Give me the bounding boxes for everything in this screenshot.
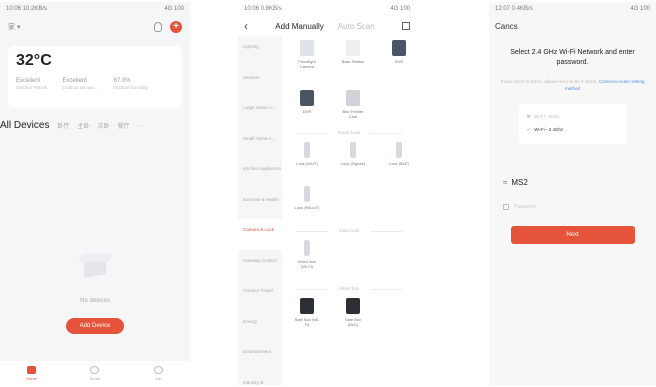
category-small-home[interactable]: Small Home A... <box>238 128 282 159</box>
device-floodlight-camera[interactable]: Floodlight Camera <box>294 40 320 69</box>
lock-icon <box>503 204 509 210</box>
home-header: 家 ▾ + <box>0 16 190 38</box>
wifi-5g-row: ✕ Wi-Fi - 5Ghz <box>526 113 560 120</box>
category-exercise[interactable]: Exercise & Health <box>238 189 282 220</box>
safe-box-icon <box>300 298 314 314</box>
device-safe-box-ble[interactable]: Safe Box (BLE) <box>340 298 366 327</box>
back-icon[interactable]: ‹ <box>244 19 248 33</box>
add-device-header: ‹ Add Manually Auto Scan <box>238 16 416 36</box>
add-device-button[interactable]: Add Device <box>66 318 124 334</box>
device-lock-nbiot[interactable]: Lock (NB-IoT) <box>294 186 320 210</box>
status-right: 4G 100 <box>164 6 184 12</box>
status-bar: 10:06 0.8KB/s 4G 100 <box>244 6 410 12</box>
device-bird-feeder-cam[interactable]: Bird Feeder Cam <box>340 90 366 119</box>
category-camera-lock[interactable]: Camera & Lock <box>238 219 282 250</box>
category-kitchen[interactable]: Kitchen Appliances <box>238 158 282 189</box>
temperature: 32°C <box>16 52 52 69</box>
wifi-24g-row: ✓ Wi-Fi - 2.4Ghz <box>526 126 564 133</box>
category-outdoor[interactable]: Outdoor Travel <box>238 280 282 311</box>
nav-home[interactable]: Home <box>12 365 52 381</box>
weather-humidity: 67.0% Outdoor humidity <box>113 78 148 90</box>
device-safe-box-wifi[interactable]: Safe Box (Wi-Fi) <box>294 298 320 327</box>
close-icon: ✕ <box>526 113 531 119</box>
tab-auto-scan[interactable]: Auto Scan <box>338 22 375 31</box>
weather-pm25: Excellent Outdoor PM2.5 <box>16 78 47 90</box>
device-video-lock-wifi[interactable]: Video lock (Wi-Fi) <box>294 240 320 269</box>
floodlight-camera-icon <box>300 40 314 56</box>
category-large-home[interactable]: Large Home A... <box>238 97 282 128</box>
more-tabs-icon[interactable]: ··· <box>138 123 144 129</box>
empty-box-icon <box>78 252 112 278</box>
wifi-header: Cancs <box>489 16 656 36</box>
status-bar: 10:06 10.2KB/s 4G 100 <box>0 2 190 16</box>
tab-all-devices[interactable]: All Devices <box>0 120 49 131</box>
category-lighting[interactable]: Lighting <box>238 36 282 67</box>
wifi-icon: ≈ <box>503 177 508 187</box>
password-placeholder: Password <box>514 204 536 210</box>
cancel-button[interactable]: Cancs <box>495 22 518 31</box>
weather-air-quality: Excellent Outdoor air qua... <box>62 78 98 90</box>
device-lock-wifi[interactable]: Lock (Wi-Fi) <box>294 142 320 166</box>
lock-icon <box>304 142 310 158</box>
section-smart-lock: Smart Lock <box>286 130 412 138</box>
tab-room-3[interactable]: 次卧 <box>98 121 110 130</box>
home-icon <box>27 365 37 374</box>
wifi-subtitle: If your Wi-Fi is 5GHz, please set it to … <box>500 79 645 91</box>
password-field[interactable]: Password <box>489 200 656 214</box>
device-lock-ble[interactable]: Lock (BLE) <box>386 142 412 166</box>
weather-card[interactable]: 32°C Excellent Outdoor PM2.5 Excellent O… <box>8 46 182 108</box>
device-base-station[interactable]: Base Station <box>340 40 366 64</box>
device-dvr[interactable]: DVR <box>294 90 320 114</box>
category-list: Lighting Sensors Large Home A... Small H… <box>238 36 282 385</box>
wifi-title: Select 2.4 GHz Wi-Fi Network and enter p… <box>510 49 635 66</box>
scan-icon[interactable] <box>402 22 410 30</box>
tab-add-manually[interactable]: Add Manually <box>275 22 323 31</box>
category-gateway[interactable]: Gateway Control <box>238 250 282 281</box>
safe-box-icon <box>346 298 360 314</box>
category-energy[interactable]: Energy <box>238 311 282 342</box>
add-device-screen: 10:06 0.8KB/s 4G 100 ‹ Add Manually Auto… <box>238 2 416 385</box>
nvr-icon <box>392 40 406 56</box>
ssid-field[interactable]: ≈ MS2 <box>489 174 656 190</box>
device-grid: Floodlight Camera Base Station NVR DVR B… <box>282 36 416 385</box>
next-button[interactable]: Next <box>510 226 635 244</box>
empty-text: No devices <box>80 298 110 304</box>
wifi-band-illustration: ✕ Wi-Fi - 5Ghz ✓ Wi-Fi - 2.4Ghz <box>518 104 627 144</box>
bird-feeder-icon <box>346 90 360 106</box>
check-icon: ✓ <box>526 126 531 132</box>
lock-icon <box>396 142 402 158</box>
tab-room-1[interactable]: 卧厅 <box>57 121 69 130</box>
device-lock-zigbee[interactable]: Lock (Zigbee) <box>340 142 366 166</box>
base-station-icon <box>346 40 360 56</box>
lock-icon <box>304 186 310 202</box>
status-time: 10:06 10.2KB/s <box>6 6 48 12</box>
nav-me[interactable]: Me <box>138 365 178 381</box>
category-sensors[interactable]: Sensors <box>238 67 282 98</box>
video-lock-icon <box>304 240 310 256</box>
tab-room-4[interactable]: 餐厅 <box>118 121 130 130</box>
room-tabs: All Devices 卧厅 主卧 次卧 餐厅 ··· <box>0 108 190 131</box>
microphone-icon[interactable] <box>154 22 162 32</box>
status-bar: 12:07 0.4KB/s 4G 100 <box>495 6 650 12</box>
add-icon[interactable]: + <box>170 21 182 33</box>
lock-icon <box>350 142 356 158</box>
home-screen: 10:06 10.2KB/s 4G 100 家 ▾ + 32°C Excelle… <box>0 2 190 385</box>
section-video-lock: Video lock <box>286 228 412 236</box>
category-industry[interactable]: Industry & Agriculture <box>238 372 282 386</box>
category-entertainment[interactable]: Entertainment <box>238 341 282 372</box>
dvr-icon <box>300 90 314 106</box>
user-icon <box>153 365 163 374</box>
wifi-setup-screen: 12:07 0.4KB/s 4G 100 Cancs Select 2.4 GH… <box>489 2 656 385</box>
bottom-nav: Home Smart Me <box>0 361 190 385</box>
home-selector[interactable]: 家 ▾ <box>8 22 20 32</box>
smart-icon <box>90 365 100 374</box>
tab-room-2[interactable]: 主卧 <box>77 121 89 130</box>
empty-state: No devices Add Device <box>0 252 190 334</box>
ssid-value: MS2 <box>511 177 528 187</box>
section-smart-box: Smart box <box>286 286 412 294</box>
nav-smart[interactable]: Smart <box>75 365 115 381</box>
device-nvr[interactable]: NVR <box>386 40 412 64</box>
